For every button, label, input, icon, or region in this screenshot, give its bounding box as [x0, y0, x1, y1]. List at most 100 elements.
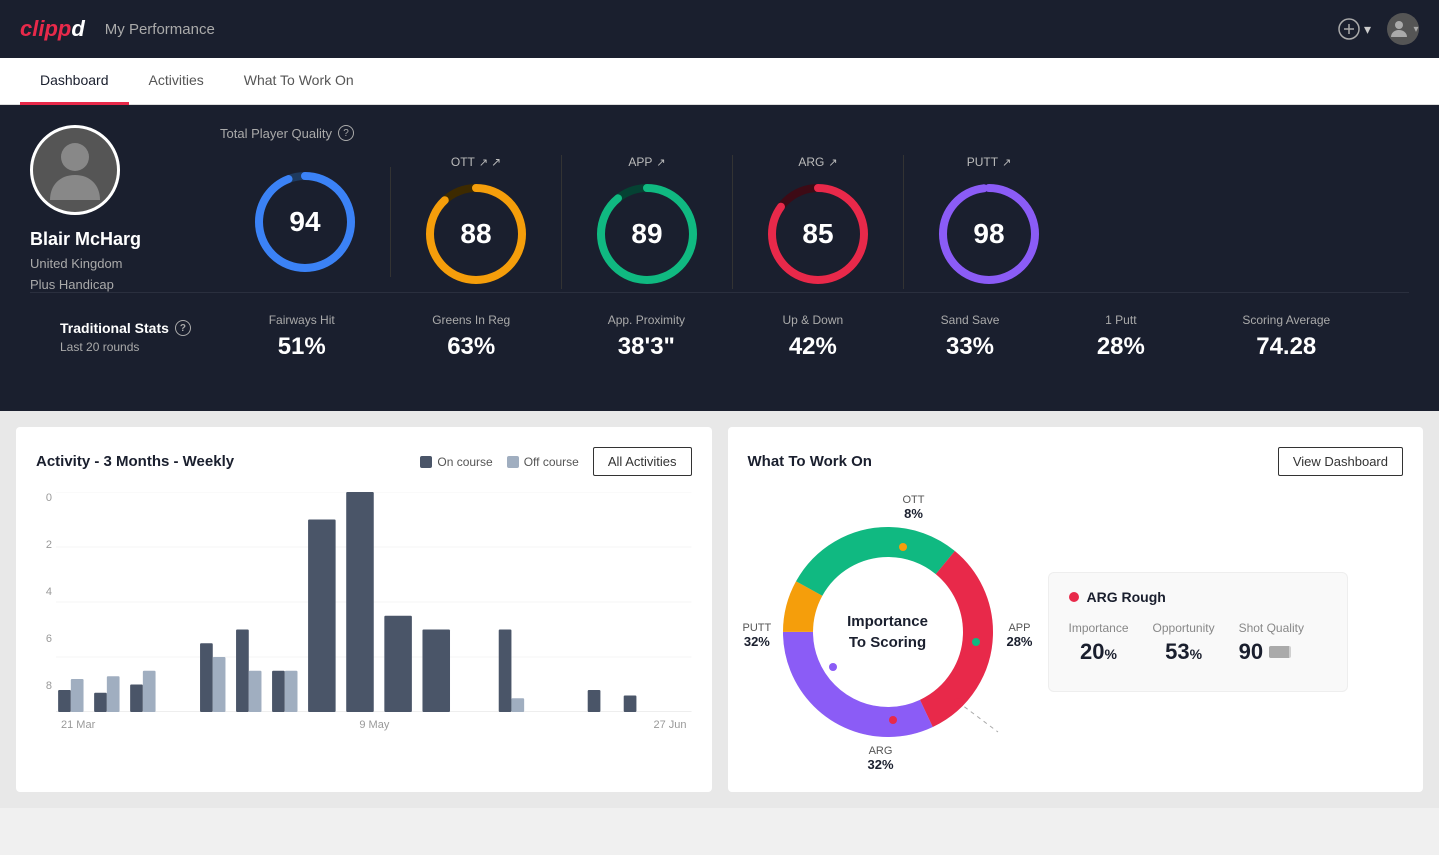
score-arg-label: ARG ↗ — [798, 155, 837, 169]
tab-dashboard[interactable]: Dashboard — [20, 58, 129, 105]
stat-fairways-name: Fairways Hit — [269, 313, 335, 327]
trad-subtitle: Last 20 rounds — [60, 340, 220, 354]
nav-tabs: Dashboard Activities What To Work On — [0, 58, 1439, 105]
info-card-name: ARG Rough — [1087, 589, 1166, 605]
info-metric-opportunity: Opportunity 53% — [1153, 621, 1215, 665]
legend-on-course: On course — [420, 455, 492, 469]
y-label-6: 6 — [36, 633, 52, 645]
hero-section: Blair McHarg United Kingdom Plus Handica… — [0, 105, 1439, 411]
stat-proximity-value: 38'3" — [608, 333, 685, 361]
player-info: Blair McHarg United Kingdom Plus Handica… — [30, 125, 190, 292]
stat-proximity: App. Proximity 38'3" — [608, 313, 685, 361]
view-dashboard-button[interactable]: View Dashboard — [1278, 447, 1403, 476]
score-arg: ARG ↗ 85 — [733, 155, 904, 289]
chart-y-axis: 8 6 4 2 0 — [36, 492, 56, 712]
score-total-value: 94 — [289, 206, 320, 238]
shot-quality-value-wrap: 90 — [1239, 639, 1304, 665]
opportunity-value: 53% — [1153, 639, 1215, 665]
legend-on-course-label: On course — [437, 455, 492, 469]
score-app-label: APP ↗ — [628, 155, 665, 169]
avatar-chevron: ▾ — [1413, 24, 1418, 35]
stat-updown-value: 42% — [783, 333, 844, 361]
trad-label: Traditional Stats ? Last 20 rounds — [60, 320, 220, 354]
logo-area: clippd My Performance — [20, 16, 215, 42]
hero-top: Blair McHarg United Kingdom Plus Handica… — [30, 125, 1409, 292]
stat-greens-name: Greens In Reg — [432, 313, 510, 327]
score-app: APP ↗ 89 — [562, 155, 733, 289]
stat-items: Fairways Hit 51% Greens In Reg 63% App. … — [220, 313, 1379, 361]
player-name: Blair McHarg — [30, 229, 141, 250]
info-card: ARG Rough Importance 20% Opportunity 53%… — [1048, 572, 1348, 692]
activity-card: Activity - 3 Months - Weekly On course O… — [16, 427, 712, 792]
donut-label-ott: OTT8% — [903, 494, 925, 521]
stat-updown-name: Up & Down — [783, 313, 844, 327]
x-label-mar: 21 Mar — [61, 719, 95, 731]
stat-updown: Up & Down 42% — [783, 313, 844, 361]
x-label-may: 9 May — [359, 719, 389, 731]
circle-putt: 98 — [934, 179, 1044, 289]
score-total: 94 — [220, 167, 391, 277]
donut-label-putt: PUTT32% — [743, 622, 772, 649]
header: clippd My Performance ▾ ▾ — [0, 0, 1439, 58]
score-putt: PUTT ↗ 98 — [904, 155, 1074, 289]
work-card-title: What To Work On — [748, 453, 872, 470]
circle-total: 94 — [250, 167, 360, 277]
add-chevron: ▾ — [1364, 21, 1371, 38]
stat-oneputt: 1 Putt 28% — [1097, 313, 1145, 361]
header-right: ▾ ▾ — [1338, 13, 1419, 45]
score-putt-value: 98 — [973, 218, 1004, 250]
stat-oneputt-name: 1 Putt — [1097, 313, 1145, 327]
add-button[interactable]: ▾ — [1338, 18, 1371, 40]
info-dot — [1069, 592, 1079, 602]
legend-off-course: Off course — [507, 455, 579, 469]
importance-label: Importance — [1069, 621, 1129, 635]
chart-bars-area: 21 Mar 9 May 27 Jun — [56, 492, 692, 712]
work-card-header: What To Work On View Dashboard — [748, 447, 1404, 476]
quality-help-icon[interactable]: ? — [338, 125, 354, 141]
stat-sandsave-name: Sand Save — [941, 313, 1000, 327]
activity-card-title: Activity - 3 Months - Weekly — [36, 453, 234, 470]
y-label-4: 4 — [36, 586, 52, 598]
quality-scores: 94 OTT ↗ 88 APP ↗ — [220, 155, 1409, 289]
y-label-0: 0 — [36, 492, 52, 504]
legend-on-course-dot — [420, 456, 432, 468]
circle-arg: 85 — [763, 179, 873, 289]
bottom-section: Activity - 3 Months - Weekly On course O… — [0, 411, 1439, 808]
stat-scoring-value: 74.28 — [1242, 333, 1330, 361]
logo: clippd — [20, 16, 85, 42]
chart-legend: On course Off course — [420, 455, 579, 469]
player-avatar — [30, 125, 120, 215]
x-label-jun: 27 Jun — [653, 719, 686, 731]
score-arg-value: 85 — [802, 218, 833, 250]
legend-off-course-label: Off course — [524, 455, 579, 469]
stat-sandsave-value: 33% — [941, 333, 1000, 361]
stat-greens: Greens In Reg 63% — [432, 313, 510, 361]
traditional-stats: Traditional Stats ? Last 20 rounds Fairw… — [30, 292, 1409, 381]
trad-help-icon[interactable]: ? — [175, 320, 191, 336]
work-card: What To Work On View Dashboard — [728, 427, 1424, 792]
opportunity-label: Opportunity — [1153, 621, 1215, 635]
shot-quality-bar — [1269, 646, 1291, 658]
stat-proximity-name: App. Proximity — [608, 313, 685, 327]
tab-activities[interactable]: Activities — [129, 58, 224, 105]
chart-svg — [56, 492, 692, 712]
info-metric-importance: Importance 20% — [1069, 621, 1129, 665]
score-ott-value: 88 — [460, 218, 491, 250]
tab-what-to-work-on[interactable]: What To Work On — [224, 58, 374, 105]
info-metric-shot-quality: Shot Quality 90 — [1239, 621, 1304, 665]
y-label-2: 2 — [36, 539, 52, 551]
stat-greens-value: 63% — [432, 333, 510, 361]
circle-app: 89 — [592, 179, 702, 289]
all-activities-button[interactable]: All Activities — [593, 447, 692, 476]
stat-sandsave: Sand Save 33% — [941, 313, 1000, 361]
score-ott-label: OTT ↗ — [451, 155, 501, 169]
shot-quality-label: Shot Quality — [1239, 621, 1304, 635]
importance-value: 20% — [1069, 639, 1129, 665]
chart-x-labels: 21 Mar 9 May 27 Jun — [56, 719, 692, 731]
player-country: United Kingdom — [30, 256, 123, 271]
y-label-8: 8 — [36, 680, 52, 692]
avatar[interactable]: ▾ — [1387, 13, 1419, 45]
stat-scoring-name: Scoring Average — [1242, 313, 1330, 327]
legend-off-course-dot — [507, 456, 519, 468]
header-title: My Performance — [105, 21, 215, 38]
